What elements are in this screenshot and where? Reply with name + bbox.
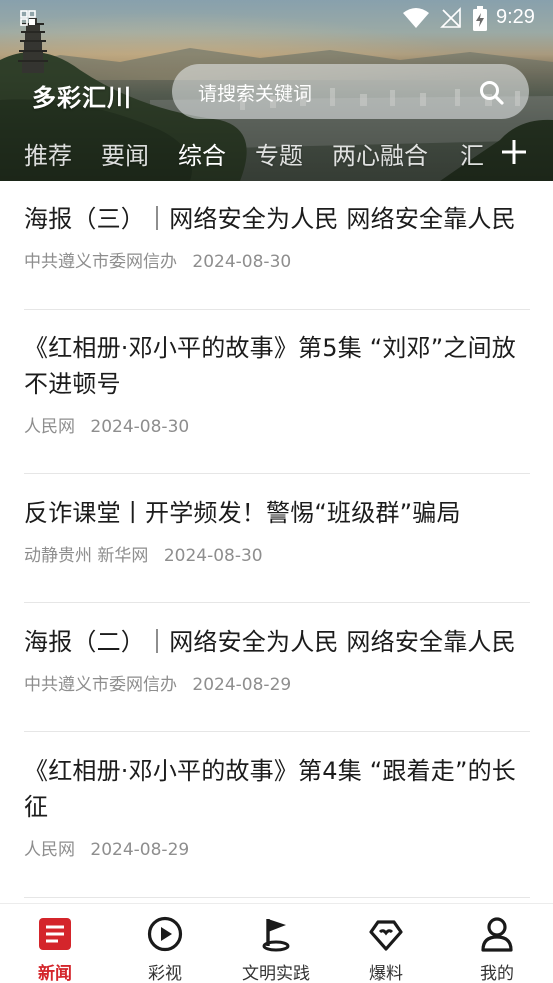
news-date: 2024-08-30 — [90, 417, 190, 437]
news-meta: 人民网 2024-08-29 — [24, 835, 530, 860]
divider — [24, 602, 530, 603]
search-icon[interactable] — [479, 80, 505, 106]
nav-label: 文明实践 — [242, 964, 310, 983]
battery-charging-icon — [473, 6, 487, 31]
header-banner: 9:29 多彩汇川 请搜索关键词 推荐 要闻 综合 专题 两心融合 汇 — [0, 0, 553, 181]
news-title[interactable]: 海报（三）｜网络安全为人民 网络安全靠人民 — [24, 201, 530, 237]
search-placeholder: 请搜索关键词 — [198, 83, 313, 105]
news-source: 人民网 — [24, 840, 75, 860]
app-grid-icon — [20, 10, 36, 26]
news-title[interactable]: 《红相册·邓小平的故事》第4集 “跟着走”的长征 — [24, 753, 530, 825]
nav-label: 新闻 — [38, 964, 72, 983]
nav-label: 我的 — [480, 964, 514, 983]
status-bar: 9:29 — [0, 0, 553, 40]
tab-huichuan[interactable]: 汇 — [460, 136, 484, 171]
news-meta: 中共遵义市委网信办 2024-08-29 — [24, 670, 530, 695]
divider — [24, 473, 530, 474]
nav-news[interactable]: 新闻 — [0, 904, 110, 983]
app-title: 多彩汇川 — [32, 84, 132, 112]
divider — [24, 309, 530, 310]
signal-icon — [440, 7, 461, 28]
status-time: 9:29 — [496, 6, 535, 28]
news-item[interactable]: 《红相册·邓小平的故事》第4集 “跟着走”的长征 人民网 2024-08-29 — [24, 753, 530, 860]
news-meta: 人民网 2024-08-30 — [24, 412, 530, 437]
tab-special[interactable]: 专题 — [255, 136, 303, 171]
nav-label: 彩视 — [148, 964, 182, 983]
news-date: 2024-08-30 — [163, 546, 263, 566]
news-meta: 中共遵义市委网信办 2024-08-30 — [24, 247, 530, 272]
nav-profile[interactable]: 我的 — [442, 904, 552, 983]
news-item[interactable]: 海报（二）｜网络安全为人民 网络安全靠人民 中共遵义市委网信办 2024-08-… — [24, 624, 530, 695]
news-icon — [39, 918, 71, 950]
user-icon — [481, 917, 513, 952]
news-item[interactable]: 《红相册·邓小平的故事》第5集 “刘邓”之间放不进顿号 人民网 2024-08-… — [24, 330, 530, 437]
news-meta: 动静贵州 新华网 2024-08-30 — [24, 541, 530, 566]
play-icon — [147, 916, 183, 952]
flag-icon — [262, 919, 290, 952]
news-date: 2024-08-30 — [192, 252, 292, 272]
tab-general[interactable]: 综合 — [178, 136, 226, 171]
news-title[interactable]: 反诈课堂丨开学频发！警惕“班级群”骗局 — [24, 495, 530, 531]
news-title[interactable]: 海报（二）｜网络安全为人民 网络安全靠人民 — [24, 624, 530, 660]
divider — [24, 731, 530, 732]
news-list: 海报（三）｜网络安全为人民 网络安全靠人民 中共遵义市委网信办 2024-08-… — [0, 181, 553, 903]
nav-civilization[interactable]: 文明实践 — [221, 904, 331, 983]
add-channel-icon[interactable] — [500, 138, 528, 166]
search-input[interactable]: 请搜索关键词 — [172, 64, 529, 119]
news-title[interactable]: 《红相册·邓小平的故事》第5集 “刘邓”之间放不进顿号 — [24, 330, 530, 402]
news-date: 2024-08-29 — [192, 675, 292, 695]
heart-badge-icon — [369, 920, 403, 951]
divider — [24, 897, 530, 898]
tab-two-hearts[interactable]: 两心融合 — [332, 136, 428, 171]
bottom-nav: 新闻 彩视 文明实践 爆料 我的 — [0, 903, 553, 983]
news-item[interactable]: 海报（三）｜网络安全为人民 网络安全靠人民 中共遵义市委网信办 2024-08-… — [24, 201, 530, 272]
nav-report[interactable]: 爆料 — [331, 904, 441, 983]
news-item[interactable]: 反诈课堂丨开学频发！警惕“班级群”骗局 动静贵州 新华网 2024-08-30 — [24, 495, 530, 566]
tab-recommend[interactable]: 推荐 — [24, 136, 72, 171]
news-date: 2024-08-29 — [90, 840, 190, 860]
news-source: 动静贵州 新华网 — [24, 546, 149, 566]
nav-label: 爆料 — [369, 964, 403, 983]
channel-tabs: 推荐 要闻 综合 专题 两心融合 汇 — [0, 130, 553, 174]
news-source: 中共遵义市委网信办 — [24, 252, 177, 272]
news-source: 中共遵义市委网信办 — [24, 675, 177, 695]
news-source: 人民网 — [24, 417, 75, 437]
tab-headlines[interactable]: 要闻 — [101, 136, 149, 171]
wifi-icon — [403, 8, 429, 28]
nav-video[interactable]: 彩视 — [110, 904, 220, 983]
